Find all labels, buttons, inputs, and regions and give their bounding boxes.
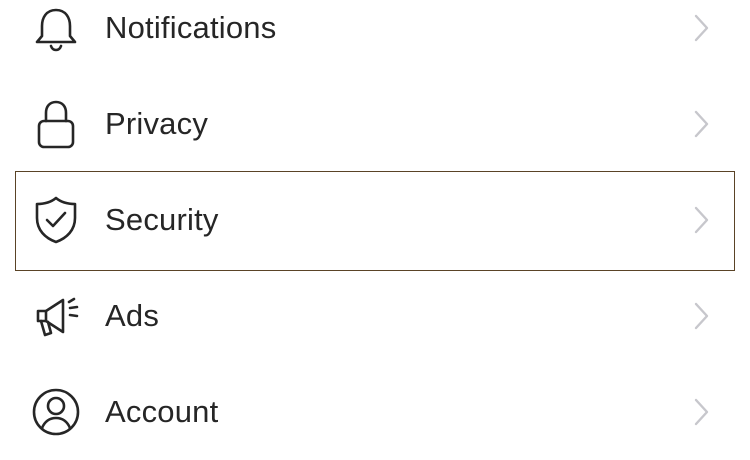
- settings-row-label: Account: [105, 394, 219, 429]
- user-circle-icon: [30, 386, 82, 438]
- settings-row-label: Privacy: [105, 106, 209, 141]
- settings-list: Notifications Privacy Security Ads Accou…: [0, 0, 750, 451]
- settings-row-ads[interactable]: Ads: [0, 268, 750, 364]
- chevron-right-icon: [690, 204, 712, 236]
- settings-row-label: Notifications: [105, 10, 277, 45]
- settings-row-security[interactable]: Security: [0, 172, 750, 268]
- settings-row-account[interactable]: Account: [0, 364, 750, 460]
- lock-icon: [30, 98, 82, 150]
- bell-icon: [30, 2, 82, 54]
- settings-row-notifications[interactable]: Notifications: [0, 0, 750, 76]
- settings-row-label: Ads: [105, 298, 160, 333]
- chevron-right-icon: [690, 300, 712, 332]
- megaphone-icon: [30, 290, 82, 342]
- settings-row-label: Security: [105, 202, 219, 237]
- settings-row-privacy[interactable]: Privacy: [0, 76, 750, 172]
- chevron-right-icon: [690, 108, 712, 140]
- chevron-right-icon: [690, 396, 712, 428]
- shield-check-icon: [30, 194, 82, 246]
- chevron-right-icon: [690, 12, 712, 44]
